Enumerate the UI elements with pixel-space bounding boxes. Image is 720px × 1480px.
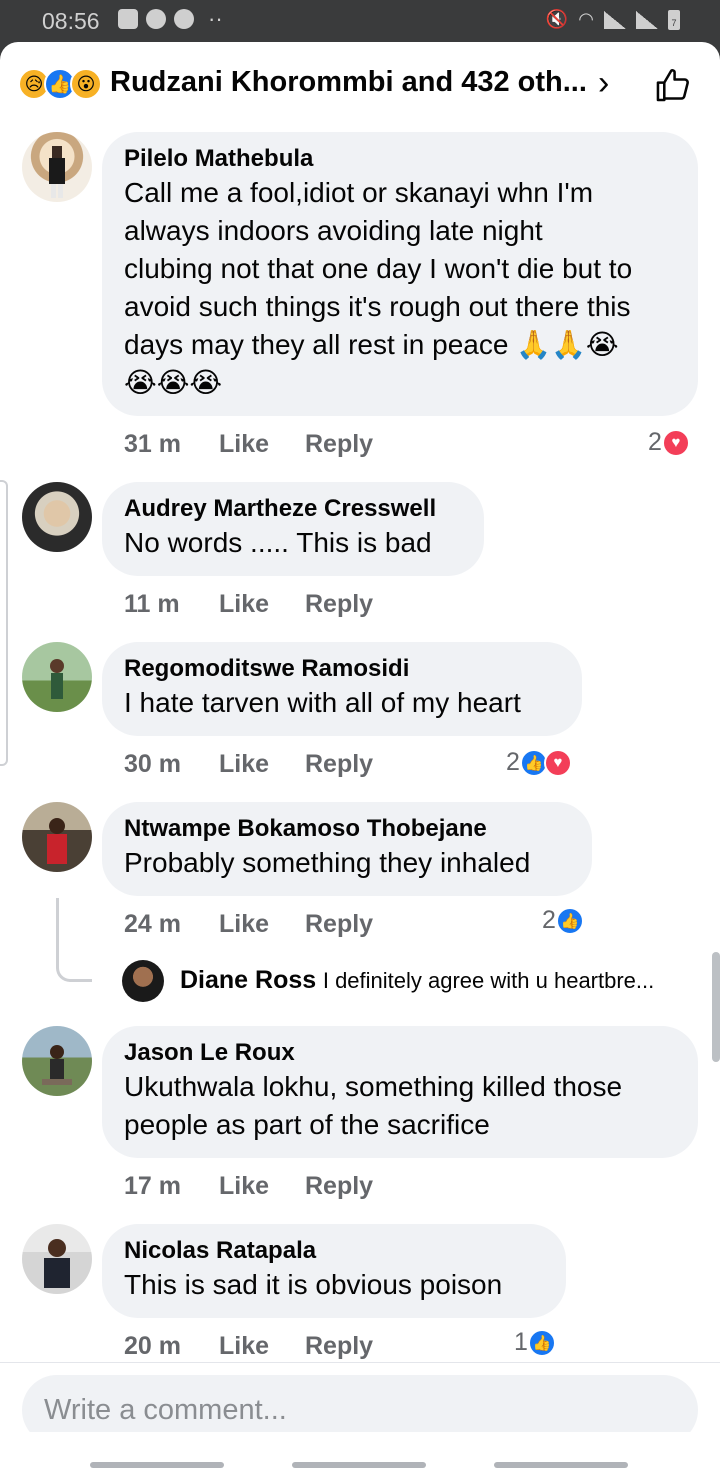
reaction-count[interactable]: 1 👍	[514, 1328, 556, 1357]
avatar[interactable]	[22, 642, 92, 712]
comment-bubble[interactable]: Nicolas Ratapala This is sad it is obvio…	[102, 1224, 566, 1318]
reply-button[interactable]: Reply	[305, 590, 373, 619]
comment-actions: 17 m Like Reply	[124, 1172, 373, 1201]
comment-text-line: No words ..... This is bad	[124, 527, 432, 558]
avatar[interactable]	[22, 1224, 92, 1294]
like-button[interactable]: Like	[219, 750, 305, 779]
like-button[interactable]: Like	[219, 430, 305, 459]
like-button[interactable]: Like	[219, 1172, 305, 1201]
comment-bubble[interactable]: Audrey Martheze Cresswell No words .....…	[102, 482, 484, 576]
comment-bubble[interactable]: Ntwampe Bokamoso Thobejane Probably some…	[102, 802, 592, 896]
reactors-title[interactable]: Rudzani Khorommbi and 432 oth...	[110, 66, 587, 99]
comment-time[interactable]: 30 m	[124, 750, 219, 779]
heart-icon: ♥	[661, 428, 690, 457]
reaction-count[interactable]: 2 👍 ♥	[506, 748, 572, 777]
reaction-count[interactable]: 2 ♥	[648, 428, 690, 457]
mute-icon: 🔇	[545, 9, 569, 29]
whatsapp-icon	[146, 9, 166, 29]
side-handle	[0, 480, 8, 766]
comment-time[interactable]: 24 m	[124, 910, 219, 939]
reaction-number: 2	[648, 428, 662, 456]
reaction-summary: 😥 👍 😮	[18, 68, 102, 100]
comment-bubble[interactable]: Jason Le Roux Ukuthwala lokhu, something…	[102, 1026, 698, 1158]
comment-actions: 11 m Like Reply	[124, 590, 373, 619]
nav-handle[interactable]	[494, 1462, 628, 1468]
comment-actions: 24 m Like Reply	[124, 910, 373, 939]
comment-text-line: Ukuthwala lokhu, something killed those	[124, 1071, 623, 1102]
notification-icons: ··	[118, 6, 223, 31]
reply-avatar[interactable]	[122, 960, 164, 1002]
comments-sheet: 😥 👍 😮 Rudzani Khorommbi and 432 oth... ›…	[0, 42, 720, 1480]
signal-icon	[604, 10, 626, 29]
reply-preview[interactable]: Diane Ross I definitely agree with u hea…	[180, 966, 654, 995]
wifi-icon: ◠	[578, 9, 594, 29]
comment-text-line: clubing not that one day I won't die but…	[124, 253, 633, 284]
comment-text-line: 😭😭😭	[124, 367, 223, 398]
nav-handle[interactable]	[292, 1462, 426, 1468]
scrollbar[interactable]	[712, 952, 720, 1062]
comment-text-line: This is sad it is obvious poison	[124, 1269, 503, 1300]
battery-icon: 7	[668, 9, 680, 30]
status-time: 08:56	[42, 8, 100, 34]
status-bar: 08:56 ·· 🔇 ◠ 7	[0, 0, 720, 42]
gesture-nav-bar	[0, 1432, 720, 1480]
like-button-icon[interactable]	[654, 66, 692, 104]
comment-author[interactable]: Nicolas Ratapala	[124, 1236, 544, 1266]
comment-time[interactable]: 20 m	[124, 1332, 219, 1361]
like-icon: 👍	[555, 906, 584, 935]
signal-2-icon	[636, 10, 658, 29]
reaction-number: 2	[506, 748, 520, 776]
like-button[interactable]: Like	[219, 1332, 305, 1361]
avatar[interactable]	[22, 482, 92, 552]
comment-author[interactable]: Audrey Martheze Cresswell	[124, 494, 462, 524]
avatar[interactable]	[22, 1026, 92, 1096]
messenger-icon	[174, 9, 194, 29]
comment-bubble[interactable]: Pilelo Mathebula Call me a fool,idiot or…	[102, 132, 698, 416]
comment-author[interactable]: Pilelo Mathebula	[124, 144, 676, 174]
comment-time[interactable]: 11 m	[124, 590, 219, 619]
comment-actions: 31 m Like Reply	[124, 430, 373, 459]
reply-button[interactable]: Reply	[305, 1172, 373, 1201]
avatar[interactable]	[22, 132, 92, 202]
system-icons: 🔇 ◠ 7	[546, 9, 680, 30]
comment-bubble[interactable]: Regomoditswe Ramosidi I hate tarven with…	[102, 642, 582, 736]
comment-text-line: avoid such things it's rough out there t…	[124, 291, 631, 322]
reaction-number: 2	[542, 906, 556, 934]
reactions-header[interactable]: 😥 👍 😮 Rudzani Khorommbi and 432 oth... ›	[0, 42, 720, 126]
like-icon: 👍	[527, 1328, 556, 1357]
wow-reaction-icon: 😮	[70, 68, 102, 100]
reply-button[interactable]: Reply	[305, 1332, 373, 1361]
comment-text-line: Probably something they inhaled	[124, 847, 531, 878]
reply-button[interactable]: Reply	[305, 430, 373, 459]
reply-text: I definitely agree with u heartbre...	[322, 968, 655, 993]
comment-author[interactable]: Jason Le Roux	[124, 1038, 676, 1068]
comment-author[interactable]: Regomoditswe Ramosidi	[124, 654, 560, 684]
comment-actions: 20 m Like Reply	[124, 1332, 373, 1361]
comment-time[interactable]: 17 m	[124, 1172, 219, 1201]
comment-time[interactable]: 31 m	[124, 430, 219, 459]
comment-text-line: days may they all rest in peace 🙏🙏😭	[124, 329, 619, 360]
chevron-right-icon[interactable]: ›	[598, 64, 609, 103]
comment-text-line: Call me a fool,idiot or skanayi whn I'm	[124, 177, 594, 208]
reaction-count[interactable]: 2 👍	[542, 906, 584, 935]
gallery-icon	[118, 9, 138, 29]
reply-button[interactable]: Reply	[305, 910, 373, 939]
reply-button[interactable]: Reply	[305, 750, 373, 779]
avatar[interactable]	[22, 802, 92, 872]
reaction-number: 1	[514, 1328, 528, 1356]
comment-text-line: I hate tarven with all of my heart	[124, 687, 521, 718]
nav-handle[interactable]	[90, 1462, 224, 1468]
like-button[interactable]: Like	[219, 910, 305, 939]
like-button[interactable]: Like	[219, 590, 305, 619]
more-notifications-icon: ··	[208, 6, 223, 31]
comment-actions: 30 m Like Reply	[124, 750, 373, 779]
comment-author[interactable]: Ntwampe Bokamoso Thobejane	[124, 814, 570, 844]
heart-icon: ♥	[543, 748, 572, 777]
reply-thread-line	[56, 898, 92, 982]
comment-text-line: always indoors avoiding late night	[124, 215, 543, 246]
reply-author: Diane Ross	[180, 966, 317, 994]
comment-text-line: people as part of the sacrifice	[124, 1109, 490, 1140]
